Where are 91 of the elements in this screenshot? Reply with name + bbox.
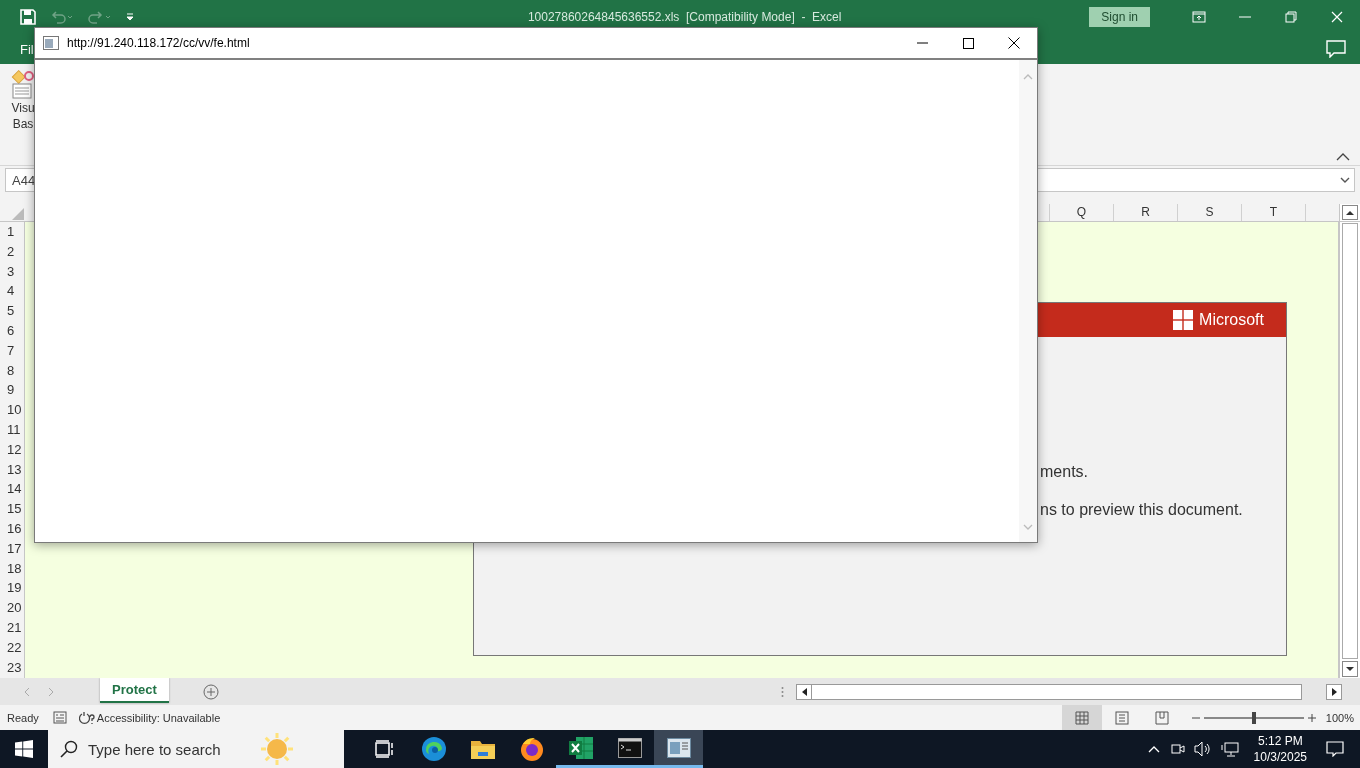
popup-url: http://91.240.118.172/cc/vv/fe.html xyxy=(67,36,251,50)
expand-caret-icon xyxy=(1340,177,1350,183)
plus-icon xyxy=(202,683,219,700)
sun-icon xyxy=(260,732,294,766)
chevron-up-icon[interactable] xyxy=(1147,745,1160,753)
page-break-icon xyxy=(1154,710,1169,725)
restore-icon xyxy=(1285,11,1297,23)
row-header[interactable]: 10 xyxy=(0,400,24,420)
ribbon-display-icon xyxy=(1192,11,1206,23)
grid-icon xyxy=(1074,710,1089,725)
window-title: 10027860264845636552.xls [Compatibility Mode] - Excel xyxy=(526,10,843,24)
notice-text: ments. xyxy=(1040,463,1089,481)
windows-logo-icon xyxy=(15,740,33,758)
row-header[interactable]: 14 xyxy=(0,479,24,500)
row-header[interactable]: 22 xyxy=(0,637,24,658)
normal-view-button[interactable] xyxy=(1061,705,1102,730)
row-header[interactable]: 13 xyxy=(0,459,24,480)
comments-icon[interactable] xyxy=(1326,40,1346,58)
sheet-tab[interactable]: Protect xyxy=(100,678,169,703)
scroll-thumb[interactable] xyxy=(1342,223,1358,659)
row-header[interactable]: 11 xyxy=(0,419,24,440)
row-header[interactable]: 17 xyxy=(0,538,24,559)
zoom-in-icon[interactable] xyxy=(1307,713,1316,722)
clock[interactable]: 5:12 PM 10/3/2025 xyxy=(1253,733,1307,765)
task-view-icon xyxy=(374,740,395,758)
row-header[interactable]: 5 xyxy=(0,301,24,321)
minimize-icon xyxy=(916,42,928,44)
row-header[interactable]: 2 xyxy=(0,241,24,262)
sign-in-button[interactable]: Sign in xyxy=(1089,7,1150,27)
column-header[interactable]: Q xyxy=(1049,204,1113,221)
fox-browser-icon xyxy=(518,736,545,762)
horizontal-scrollbar[interactable] xyxy=(796,683,1302,700)
close-icon xyxy=(1008,37,1020,49)
windows-logo-icon xyxy=(1173,310,1194,330)
camera-icon[interactable] xyxy=(1168,741,1185,757)
ready-status: Ready xyxy=(7,711,39,724)
row-header[interactable]: 8 xyxy=(0,360,24,381)
column-header[interactable]: R xyxy=(1113,204,1177,221)
page-icon xyxy=(43,36,59,50)
row-header[interactable]: 1 xyxy=(0,222,24,242)
search-icon xyxy=(60,740,78,758)
accessibility-icon[interactable] xyxy=(78,710,95,725)
zoom-thumb[interactable] xyxy=(1251,711,1256,724)
row-header[interactable]: 7 xyxy=(0,340,24,361)
spreadsheet-app-icon xyxy=(567,735,594,760)
row-header[interactable]: 16 xyxy=(0,518,24,539)
zoom-level[interactable]: 100% xyxy=(1325,711,1354,724)
down-arrow-icon xyxy=(1346,666,1354,672)
row-header[interactable]: 19 xyxy=(0,578,24,599)
notice-text: ns to preview this document. xyxy=(1040,501,1244,519)
terminal-icon xyxy=(617,737,642,758)
scroll-down-button[interactable] xyxy=(1342,661,1358,677)
accessibility-status[interactable]: Accessibility: Unavailable xyxy=(96,711,221,724)
row-header[interactable]: 15 xyxy=(0,499,24,519)
add-sheet-button[interactable] xyxy=(202,683,219,700)
folder-icon xyxy=(469,738,496,760)
collapse-ribbon-icon[interactable] xyxy=(1336,153,1350,161)
file-tab[interactable]: Fil xyxy=(20,41,34,57)
row-header[interactable]: 18 xyxy=(0,558,24,579)
minimize-icon xyxy=(1239,16,1251,18)
save-icon[interactable] xyxy=(20,9,36,25)
network-icon[interactable] xyxy=(1220,741,1239,757)
scroll-up-button[interactable] xyxy=(1342,205,1358,220)
row-header[interactable]: 12 xyxy=(0,439,24,460)
notifications-icon[interactable] xyxy=(1326,741,1344,757)
visual-basic-button[interactable]: Visu Bas xyxy=(10,70,36,132)
right-arrow-icon xyxy=(1331,687,1337,696)
row-header[interactable]: 21 xyxy=(0,617,24,638)
search-input[interactable]: Type here to search xyxy=(88,740,258,758)
splitter-handle-icon[interactable] xyxy=(781,685,784,698)
column-header[interactable]: T xyxy=(1241,204,1305,221)
maximize-icon xyxy=(962,37,974,49)
row-header[interactable]: 6 xyxy=(0,321,24,341)
row-header[interactable]: 9 xyxy=(0,380,24,401)
browser-icon xyxy=(420,736,447,762)
column-header[interactable]: S xyxy=(1177,204,1241,221)
left-arrow-icon[interactable] xyxy=(801,687,807,696)
page-icon xyxy=(1114,710,1129,725)
row-header[interactable]: 4 xyxy=(0,281,24,302)
search-bar[interactable]: Type here to search xyxy=(48,730,344,768)
app-window-icon xyxy=(666,737,691,758)
row-header[interactable]: 23 xyxy=(0,657,24,678)
up-arrow-icon xyxy=(1346,210,1354,215)
row-header[interactable]: 3 xyxy=(0,261,24,282)
customize-caret-icon[interactable] xyxy=(126,13,134,21)
close-icon xyxy=(1331,11,1343,23)
brand-name: Microsoft xyxy=(1199,311,1264,329)
volume-icon[interactable] xyxy=(1193,741,1212,757)
row-header[interactable]: 20 xyxy=(0,598,24,618)
taskbar-app-button[interactable] xyxy=(654,730,703,768)
scroll-right-button[interactable] xyxy=(1326,683,1342,700)
